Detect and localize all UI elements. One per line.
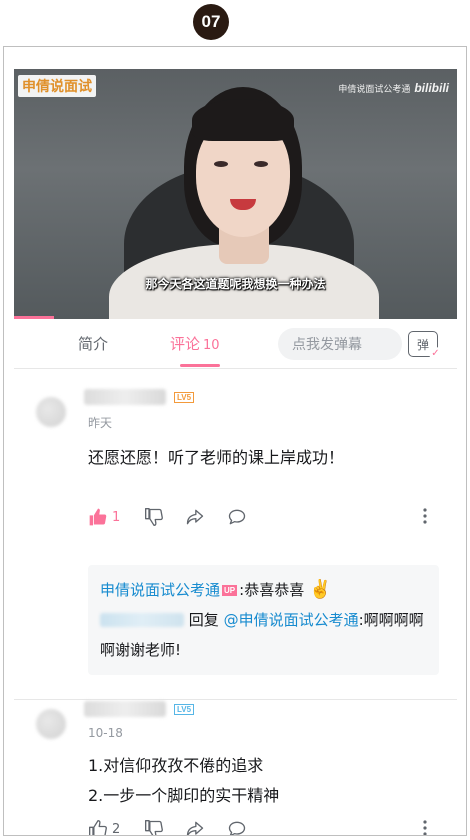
reply-word: 回复: [188, 611, 219, 629]
reply-username-blurred[interactable]: [100, 613, 184, 627]
more-button[interactable]: [422, 819, 428, 835]
share-button[interactable]: [184, 819, 206, 835]
avatar[interactable]: [36, 397, 66, 427]
danmaku-toggle-label: 弹: [416, 337, 429, 352]
danmaku-input[interactable]: 点我发弹幕: [278, 328, 402, 360]
dislike-button[interactable]: [144, 819, 164, 835]
victory-hand-icon: ✌️: [309, 579, 332, 600]
reply-button[interactable]: [226, 507, 248, 527]
danmaku-toggle-button[interactable]: 弹 ✓: [408, 331, 442, 360]
active-tab-indicator: [180, 364, 220, 367]
phone-screenshot: 申倩说面试 申倩说面试公考通 bilibili 那今天各这道题呢我想换一种办法 …: [3, 46, 467, 836]
video-player[interactable]: 申倩说面试 申倩说面试公考通 bilibili 那今天各这道题呢我想换一种办法: [14, 69, 457, 319]
username-blurred[interactable]: [84, 389, 166, 405]
step-number-badge: 07: [193, 4, 229, 40]
more-vertical-icon: [422, 819, 428, 835]
share-button[interactable]: [184, 507, 206, 527]
comment-divider: [14, 699, 457, 700]
user-reply-line: 回复 @申倩说面试公考通:啊啊啊啊啊谢谢老师!: [100, 605, 427, 665]
share-icon: [184, 819, 206, 835]
video-subtitle: 那今天各这道题呢我想换一种办法: [145, 277, 326, 291]
up-reply-line: 申倩说面试公考通 UP:恭喜恭喜 ✌️: [100, 575, 427, 605]
user-level-badge: LV5: [174, 704, 195, 715]
thumbs-down-icon: [144, 819, 164, 835]
presenter-bangs: [192, 99, 294, 141]
comment-time: 10-18: [88, 726, 123, 740]
thumbs-up-icon: [88, 507, 108, 527]
bilibili-watermark: 申倩说面试公考通 bilibili: [338, 81, 449, 95]
check-icon: ✓: [429, 347, 442, 360]
reply-button[interactable]: [226, 819, 248, 835]
username-blurred[interactable]: [84, 701, 166, 717]
presenter-eye-right: [254, 161, 268, 167]
comment-item: LV5 10-18 1.对信仰孜孜不倦的追求 2.一步一个脚印的实干精神 2: [14, 701, 457, 836]
comment-content: 还愿还愿！听了老师的课上岸成功！: [88, 448, 345, 467]
more-vertical-icon: [422, 507, 428, 525]
like-button[interactable]: 2: [88, 819, 121, 836]
thumbs-down-icon: [144, 507, 164, 527]
reply-preview[interactable]: 申倩说面试公考通 UP:恭喜恭喜 ✌️ 回复 @申倩说面试公考通:啊啊啊啊啊谢谢老…: [88, 565, 439, 675]
tab-comments-label: 评论: [170, 335, 201, 353]
comment-icon: [226, 819, 248, 835]
comment-icon: [226, 507, 248, 527]
more-button[interactable]: [422, 507, 428, 525]
tab-comments[interactable]: 评论 10: [170, 333, 220, 354]
video-tabs: 简介 评论 10 点我发弹幕 弹 ✓: [14, 319, 457, 369]
mention-link[interactable]: @申倩说面试公考通: [224, 611, 359, 629]
comment-line: 2.一步一个脚印的实干精神: [88, 786, 280, 805]
tab-comments-count: 10: [203, 338, 220, 353]
comment-list: LV5 昨天 还愿还愿！听了老师的课上岸成功！ 1 申倩说面试公考通 UP:恭…: [14, 369, 457, 836]
up-reply-text: 恭喜恭喜: [244, 581, 305, 599]
user-level-badge: LV5: [174, 392, 195, 403]
comment-actions: 2: [88, 819, 438, 836]
tab-intro[interactable]: 简介: [78, 333, 108, 354]
comment-content: 1.对信仰孜孜不倦的追求 2.一步一个脚印的实干精神: [88, 751, 279, 811]
share-icon: [184, 507, 206, 527]
presenter-eye-left: [214, 161, 228, 167]
comment-line: 1.对信仰孜孜不倦的追求: [88, 756, 264, 775]
channel-watermark: 申倩说面试: [18, 75, 96, 97]
like-count: 2: [112, 821, 121, 836]
up-badge: UP: [222, 585, 238, 596]
like-count: 1: [112, 509, 121, 525]
up-name-link[interactable]: 申倩说面试公考通: [100, 581, 220, 599]
like-button[interactable]: 1: [88, 507, 120, 527]
comment-actions: 1: [88, 507, 438, 533]
thumbs-up-icon: [88, 819, 108, 835]
dislike-button[interactable]: [144, 507, 164, 527]
comment-item: LV5 昨天 还愿还愿！听了老师的课上岸成功！ 1 申倩说面试公考通 UP:恭…: [14, 389, 457, 700]
comment-time: 昨天: [88, 416, 113, 430]
watermark-channel-text: 申倩说面试公考通: [338, 84, 411, 95]
bilibili-logo: bilibili: [414, 81, 449, 95]
avatar[interactable]: [36, 709, 66, 739]
